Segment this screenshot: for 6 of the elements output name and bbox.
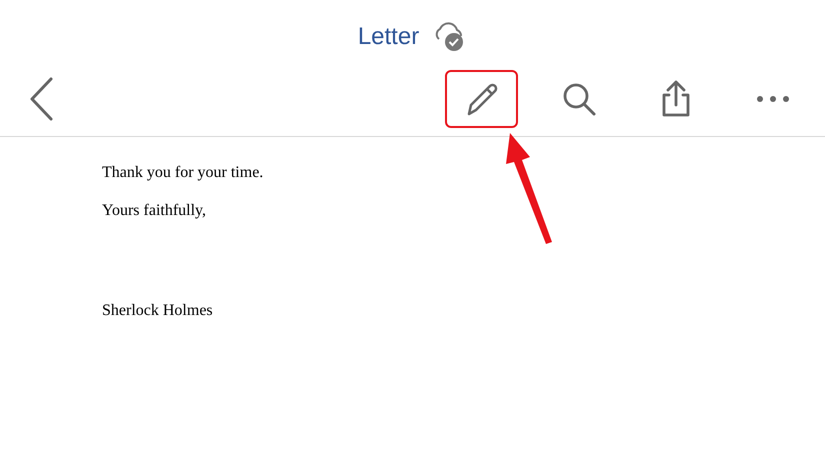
- more-icon: [756, 95, 790, 103]
- letter-line: Yours faithfully,: [102, 201, 206, 221]
- signature: Sherlock Holmes: [102, 301, 213, 321]
- letter-line: Thank you for your time.: [102, 163, 264, 183]
- document-title: Letter: [358, 22, 420, 52]
- edit-button[interactable]: [445, 70, 518, 128]
